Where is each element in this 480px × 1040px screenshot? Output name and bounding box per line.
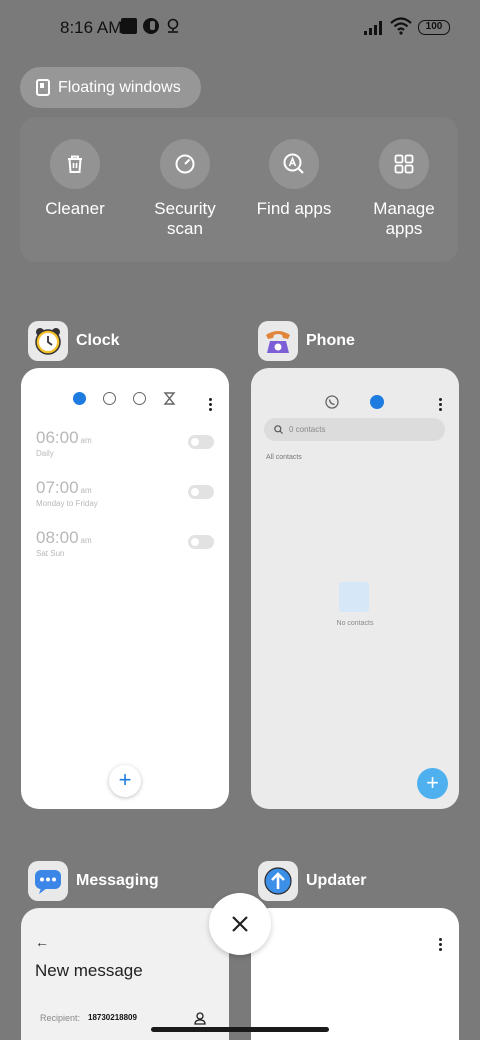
grid-icon bbox=[394, 154, 414, 174]
empty-contacts-icon bbox=[339, 582, 369, 612]
messaging-app-card[interactable]: ← New message Recipient: 18730218809 bbox=[21, 908, 229, 1040]
updater-app-card[interactable] bbox=[251, 908, 459, 1040]
manage-apps-icon-bg bbox=[379, 139, 429, 189]
speedometer-icon bbox=[175, 154, 195, 174]
tab-contacts-icon[interactable] bbox=[370, 395, 384, 409]
status-bar: 8:16 AM 100 bbox=[0, 0, 480, 56]
trash-icon bbox=[68, 155, 82, 173]
floating-windows-button[interactable]: Floating windows bbox=[20, 67, 201, 108]
find-apps-label: Find apps bbox=[256, 199, 332, 218]
security-scan-button[interactable]: Security scan bbox=[135, 139, 235, 239]
clear-all-button[interactable] bbox=[209, 893, 271, 955]
contact-picker-icon[interactable] bbox=[194, 1012, 206, 1025]
new-message-title: New message bbox=[35, 961, 143, 980]
security-scan-label: Security scan bbox=[154, 199, 216, 238]
updater-more-icon[interactable] bbox=[439, 938, 442, 951]
alarm-time: 06:00 bbox=[36, 428, 79, 447]
phone-app-header[interactable]: Phone bbox=[258, 321, 355, 361]
tab-clock-icon[interactable] bbox=[103, 392, 116, 405]
messaging-app-header[interactable]: Messaging bbox=[28, 861, 159, 901]
manage-apps-label: Manage apps bbox=[373, 199, 435, 238]
signal-icon bbox=[364, 21, 382, 35]
notification-square-icon bbox=[121, 18, 137, 34]
clock-more-icon[interactable] bbox=[209, 398, 212, 411]
manage-apps-button[interactable]: Manage apps bbox=[354, 139, 454, 239]
cleaner-icon-bg bbox=[50, 139, 100, 189]
messaging-app-icon bbox=[28, 861, 68, 901]
find-apps-button[interactable]: Find apps bbox=[244, 139, 344, 219]
updater-app-name: Updater bbox=[306, 872, 367, 889]
location-icon bbox=[167, 18, 179, 33]
floating-window-icon bbox=[36, 79, 50, 96]
status-time: 8:16 AM bbox=[60, 18, 123, 37]
cleaner-button[interactable]: Cleaner bbox=[25, 139, 125, 219]
add-contact-button[interactable]: + bbox=[417, 768, 448, 799]
messaging-app-name: Messaging bbox=[76, 872, 159, 889]
recipient-input[interactable]: 18730218809 bbox=[88, 1013, 137, 1022]
floating-windows-label: Floating windows bbox=[58, 78, 181, 96]
close-icon bbox=[232, 916, 248, 932]
alarm-ampm: am bbox=[80, 536, 92, 545]
clock-app-card[interactable]: 06:00 am Daily 07:00 am Monday to Friday 0… bbox=[21, 368, 229, 809]
wifi-icon bbox=[390, 17, 412, 35]
alarm-toggle[interactable] bbox=[188, 485, 214, 499]
alarm-repeat: Monday to Friday bbox=[36, 499, 98, 508]
update-arrow-icon bbox=[264, 867, 292, 895]
cleaner-label: Cleaner bbox=[45, 199, 105, 218]
battery-icon: 100 bbox=[418, 20, 450, 35]
security-icon-bg bbox=[160, 139, 210, 189]
clock-app-header[interactable]: Clock bbox=[28, 321, 120, 361]
tab-stopwatch-icon[interactable] bbox=[133, 392, 146, 405]
alarm-ampm: am bbox=[80, 486, 92, 495]
tab-calls-icon[interactable] bbox=[325, 395, 339, 409]
alarm-toggle[interactable] bbox=[188, 535, 214, 549]
contacts-search-input[interactable]: 0 contacts bbox=[264, 418, 445, 441]
contacts-search-placeholder: 0 contacts bbox=[289, 425, 326, 434]
tab-timer-icon[interactable] bbox=[163, 392, 176, 405]
home-indicator[interactable] bbox=[151, 1027, 329, 1032]
alarm-clock-icon bbox=[35, 328, 61, 355]
contacts-filter-dropdown[interactable]: All contacts bbox=[266, 454, 302, 461]
find-apps-icon-bg bbox=[269, 139, 319, 189]
empty-contacts-text: No contacts bbox=[336, 620, 374, 627]
updater-app-header[interactable]: Updater bbox=[258, 861, 366, 901]
clock-app-name: Clock bbox=[76, 332, 120, 349]
recipient-label: Recipient: bbox=[40, 1013, 81, 1023]
alarm-toggle[interactable] bbox=[188, 435, 214, 449]
quick-actions-panel: Cleaner Security scan Find apps Manage a… bbox=[20, 117, 458, 262]
alarm-repeat: Sat Sun bbox=[36, 549, 65, 558]
phone-app-icon bbox=[258, 321, 298, 361]
notification-app-icon bbox=[143, 18, 159, 34]
alarm-time: 08:00 bbox=[36, 528, 79, 547]
phone-app-name: Phone bbox=[306, 332, 355, 349]
chat-bubble-icon bbox=[35, 870, 61, 894]
phone-more-icon[interactable] bbox=[439, 398, 442, 411]
search-icon bbox=[274, 425, 283, 434]
alarm-ampm: am bbox=[80, 436, 92, 445]
phone-app-card[interactable]: 0 contacts All contacts No contacts + bbox=[251, 368, 459, 809]
search-app-icon bbox=[283, 153, 304, 174]
clock-app-icon bbox=[28, 321, 68, 361]
tab-alarm-icon[interactable] bbox=[73, 392, 86, 405]
clock-tabs bbox=[73, 392, 176, 405]
alarm-repeat: Daily bbox=[36, 449, 54, 458]
add-alarm-button[interactable]: + bbox=[109, 765, 141, 797]
back-arrow-icon[interactable]: ← bbox=[35, 934, 49, 950]
updater-app-icon bbox=[258, 861, 298, 901]
telephone-icon bbox=[266, 331, 290, 353]
alarm-time: 07:00 bbox=[36, 478, 79, 497]
